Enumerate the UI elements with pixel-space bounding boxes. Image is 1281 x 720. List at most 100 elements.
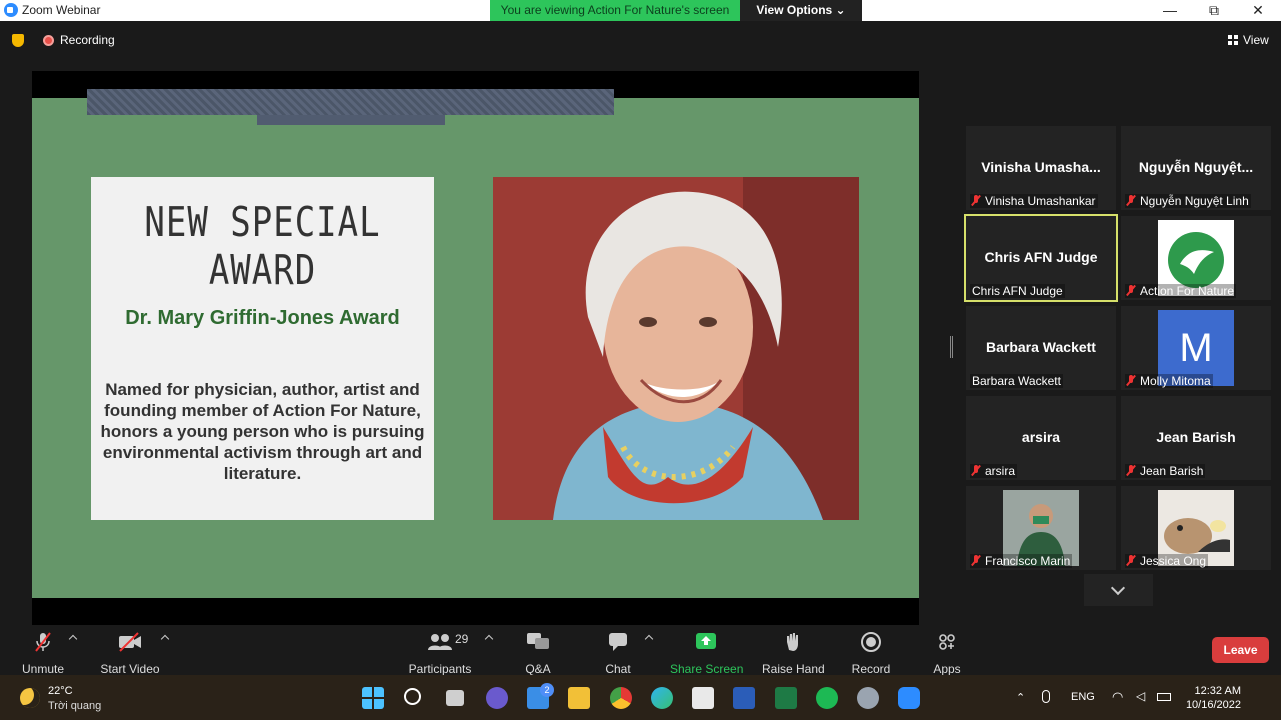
participant-name: Vinisha Umashankar	[985, 194, 1096, 208]
participant-tile[interactable]: Vinisha Umasha... Vinisha Umashankar	[966, 126, 1116, 210]
mic-off-icon	[972, 465, 980, 476]
record-button[interactable]: Record	[848, 630, 894, 676]
participant-label: Vinisha Umashankar	[970, 194, 1098, 208]
participant-name: Molly Mitoma	[1140, 374, 1211, 388]
participant-name: Barbara Wackett	[972, 374, 1061, 388]
weather-condition: Trời quang	[48, 700, 102, 712]
audio-options-chevron-icon[interactable]	[68, 634, 78, 644]
participant-name: Francisco Marin	[985, 554, 1071, 568]
participant-name: Jean Barish	[1140, 464, 1204, 478]
share-screen-label: Share Screen	[670, 662, 744, 676]
participant-tile[interactable]: M Molly Mitoma	[1121, 306, 1271, 390]
participant-label: Nguyễn Nguyệt Linh	[1125, 194, 1251, 208]
battery-icon[interactable]	[1157, 693, 1171, 701]
leave-button[interactable]: Leave	[1212, 637, 1269, 663]
participant-display-name: Vinisha Umasha...	[981, 159, 1101, 175]
mic-off-icon	[1127, 555, 1135, 566]
participant-count-badge: 29	[455, 632, 469, 646]
video-options-chevron-icon[interactable]	[160, 634, 170, 644]
volume-icon[interactable]: ◁	[1136, 689, 1145, 703]
participant-label: Francisco Marin	[970, 554, 1073, 568]
taskbar-clock[interactable]: 12:32 AM 10/16/2022	[1185, 684, 1241, 712]
view-options-button[interactable]: View Options ⌄	[740, 0, 862, 21]
participant-tile[interactable]: Francisco Marin	[966, 486, 1116, 570]
gallery-scroll-down-button[interactable]	[1084, 574, 1153, 606]
participants-label: Participants	[408, 662, 472, 676]
panel-splitter-handle[interactable]	[950, 336, 953, 358]
participant-name: Chris AFN Judge	[972, 284, 1063, 298]
zoom-taskbar-icon[interactable]	[898, 687, 920, 709]
weather-temperature: 22°C	[48, 685, 73, 697]
slide-heading: NEW SPECIAL AWARD	[144, 199, 381, 295]
meeting-toolbar: Unmute Start Video Participants Q&A Chat…	[0, 626, 1281, 676]
start-menu-icon[interactable]	[362, 687, 384, 709]
search-icon[interactable]	[404, 688, 421, 705]
raise-hand-button[interactable]: Raise Hand	[762, 630, 825, 676]
mic-muted-icon	[18, 630, 68, 654]
participant-tile[interactable]: Action For Nature	[1121, 216, 1271, 300]
excel-icon[interactable]	[775, 687, 797, 709]
edge-icon[interactable]	[651, 687, 673, 709]
participant-name: Nguyễn Nguyệt Linh	[1140, 194, 1249, 208]
teams-chat-icon[interactable]	[486, 687, 508, 709]
record-icon	[848, 630, 894, 654]
start-video-button[interactable]: Start Video	[100, 630, 160, 676]
chrome-icon[interactable]	[610, 687, 632, 709]
window-title: Zoom Webinar	[22, 3, 101, 17]
wifi-icon[interactable]: ◠	[1112, 689, 1123, 705]
participant-display-name: arsira	[1021, 429, 1061, 445]
participants-chevron-icon[interactable]	[484, 634, 494, 644]
qa-icon	[518, 630, 558, 654]
close-button[interactable]: ✕	[1248, 1, 1268, 19]
presentation-slide: NEW SPECIAL AWARD Dr. Mary Griffin-Jones…	[32, 89, 919, 598]
windows-taskbar: 22°C Trời quang 2 ⌃ ENG ◠ ◁ 12:32 AM 10/…	[0, 675, 1281, 720]
word-icon[interactable]	[733, 687, 755, 709]
photos-app-icon[interactable]	[692, 687, 714, 709]
participant-tile-active-speaker[interactable]: Chris AFN Judge Chris AFN Judge	[964, 214, 1118, 302]
input-language[interactable]: ENG	[1071, 691, 1095, 703]
participant-label: Barbara Wackett	[970, 374, 1063, 388]
participant-tile[interactable]: Jean Barish Jean Barish	[1121, 396, 1271, 480]
zoom-logo-icon	[4, 3, 18, 17]
recording-icon	[43, 35, 54, 46]
participant-tile[interactable]: Barbara Wackett Barbara Wackett	[966, 306, 1116, 390]
moon-weather-icon[interactable]	[20, 688, 40, 708]
chat-button[interactable]: Chat	[598, 630, 638, 676]
apps-icon	[928, 630, 966, 654]
minimize-button[interactable]: —	[1160, 1, 1180, 19]
unmute-button[interactable]: Unmute	[18, 630, 68, 676]
participant-tile[interactable]: arsira arsira	[966, 396, 1116, 480]
show-hidden-icons-chevron-icon[interactable]: ⌃	[1016, 691, 1025, 704]
chat-chevron-icon[interactable]	[644, 634, 654, 644]
participant-label: Action For Nature	[1125, 284, 1237, 298]
participant-name: arsira	[985, 464, 1016, 478]
mic-off-icon	[1127, 195, 1135, 206]
participant-name: Action For Nature	[1140, 284, 1235, 298]
mic-off-icon	[1127, 285, 1135, 296]
settings-gear-icon[interactable]	[857, 687, 879, 709]
share-screen-button[interactable]: Share Screen	[670, 630, 743, 676]
portrait-illustration	[493, 177, 859, 520]
maximize-button[interactable]: ⧉	[1204, 1, 1224, 19]
participant-display-name: Jean Barish	[1156, 429, 1236, 445]
microphone-icon[interactable]	[1042, 690, 1050, 703]
award-card: NEW SPECIAL AWARD Dr. Mary Griffin-Jones…	[91, 177, 434, 520]
participant-display-name: Nguyễn Nguyệt...	[1138, 159, 1254, 175]
participant-tile[interactable]: Nguyễn Nguyệt... Nguyễn Nguyệt Linh	[1121, 126, 1271, 210]
qa-button[interactable]: Q&A	[518, 630, 558, 676]
chat-label: Chat	[605, 662, 631, 676]
slide-decor-band	[87, 89, 614, 115]
spotify-icon[interactable]	[816, 687, 838, 709]
shield-icon[interactable]	[12, 34, 24, 47]
raise-hand-icon	[762, 630, 824, 654]
qa-label: Q&A	[525, 662, 551, 676]
window-title-bar: Zoom Webinar You are viewing Action For …	[0, 0, 1281, 21]
recording-label: Recording	[60, 33, 115, 47]
task-view-icon[interactable]	[446, 690, 464, 706]
award-description: Named for physician, author, artist and …	[100, 380, 425, 483]
participant-tile[interactable]: Jessica Ong	[1121, 486, 1271, 570]
start-video-label: Start Video	[100, 662, 160, 676]
file-explorer-icon[interactable]	[568, 687, 590, 709]
view-button[interactable]: View	[1228, 33, 1269, 47]
apps-button[interactable]: Apps	[928, 630, 966, 676]
